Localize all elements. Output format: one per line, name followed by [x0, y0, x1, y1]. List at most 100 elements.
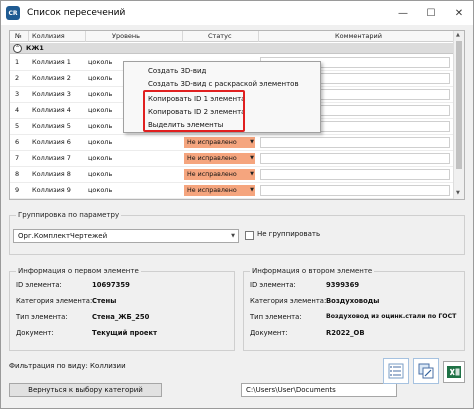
excel-icon	[447, 366, 461, 378]
row-status-select[interactable]: Не исправлено ▼	[184, 169, 255, 180]
header-status[interactable]: Статус	[208, 32, 232, 40]
row-collision-name: Коллизия 6	[32, 138, 71, 146]
collision-list-window: CR Список пересечений — ☐ ✕ № Коллизия У…	[0, 0, 474, 409]
second-id-label: ID элемента:	[250, 281, 296, 289]
row-collision-name: Коллизия 2	[32, 74, 71, 82]
row-number: 9	[15, 186, 20, 194]
table-row[interactable]: 10Коллизия 10цокольНе исправлено▼	[10, 199, 454, 200]
row-status-select[interactable]: Не исправлено ▼	[184, 185, 255, 196]
row-status-value: Не исправлено	[187, 155, 237, 162]
chevron-down-icon[interactable]: ▼	[250, 169, 254, 180]
app-logo-icon: CR	[6, 6, 20, 20]
scroll-thumb[interactable]	[456, 41, 462, 169]
row-level: цоколь	[88, 106, 113, 114]
row-collision-name: Коллизия 8	[32, 170, 71, 178]
second-type-value: Воздуховод из оцинк.стали по ГОСТ	[326, 313, 457, 320]
row-level: цоколь	[88, 154, 113, 162]
row-number: 7	[15, 154, 20, 162]
checklist-button[interactable]	[383, 358, 409, 384]
view-filter-text: Фильтрация по виду: Коллизии	[9, 362, 126, 370]
window-title: Список пересечений	[27, 8, 126, 18]
row-number: 8	[15, 170, 20, 178]
chevron-down-icon[interactable]: ▼	[231, 230, 235, 242]
row-collision-name: Коллизия 3	[32, 90, 71, 98]
first-document-value: Текущий проект	[92, 329, 158, 337]
row-collision-name: Коллизия 1	[32, 58, 71, 66]
grouping-legend: Группировка по параметру	[16, 211, 122, 219]
grid-header: № Коллизия Уровень Статус Комментарий	[10, 31, 464, 42]
table-row[interactable]: 8 Коллизия 8 цоколь Не исправлено ▼	[10, 167, 454, 183]
row-status-value: Не исправлено	[187, 187, 237, 194]
row-comment-field[interactable]	[260, 185, 450, 196]
collapse-icon[interactable]: ⌃	[13, 43, 22, 53]
grouping-selected-value: Орг.КомплектЧертежей	[18, 232, 108, 240]
vertical-scrollbar[interactable]: ▲ ▼	[453, 31, 464, 199]
header-collision[interactable]: Коллизия	[32, 32, 65, 40]
close-button[interactable]: ✕	[445, 1, 473, 25]
menu-highlight-frame	[143, 90, 245, 132]
row-collision-name: Коллизия 7	[32, 154, 71, 162]
chevron-down-icon[interactable]: ▼	[250, 153, 254, 164]
row-number: 1	[15, 58, 20, 66]
header-num[interactable]: №	[15, 32, 22, 40]
first-id-label: ID элемента:	[16, 281, 62, 289]
first-category-value: Стены	[92, 297, 117, 305]
row-number: 6	[15, 138, 20, 146]
minimize-button[interactable]: —	[389, 1, 417, 25]
row-level: цоколь	[88, 74, 113, 82]
back-to-categories-button[interactable]: Вернуться к выбору категорий	[9, 383, 162, 397]
row-level: цоколь	[88, 122, 113, 130]
row-status-select[interactable]: Не исправлено ▼	[184, 153, 255, 164]
title-bar: CR Список пересечений — ☐ ✕	[1, 1, 473, 25]
first-element-info: Информация о первом элементе ID элемента…	[9, 267, 235, 351]
row-level: цоколь	[88, 58, 113, 66]
row-comment-field[interactable]	[260, 169, 450, 180]
export-view-icon	[418, 363, 434, 379]
chevron-down-icon[interactable]: ▼	[250, 185, 254, 196]
second-category-label: Категория элемента:	[250, 297, 327, 305]
first-type-label: Тип элемента:	[16, 313, 68, 321]
header-comment[interactable]: Комментарий	[335, 32, 382, 40]
chevron-down-icon[interactable]: ▼	[250, 137, 254, 148]
row-number: 2	[15, 74, 20, 82]
row-number: 4	[15, 106, 20, 114]
header-level[interactable]: Уровень	[112, 32, 140, 40]
second-info-legend: Информация о втором элементе	[250, 267, 375, 275]
row-collision-name: Коллизия 5	[32, 122, 71, 130]
row-level: цоколь	[88, 138, 113, 146]
excel-export-button[interactable]	[443, 361, 465, 383]
row-comment-field[interactable]	[260, 153, 450, 164]
row-number: 5	[15, 122, 20, 130]
scroll-down-icon[interactable]: ▼	[456, 190, 460, 196]
second-document-label: Документ:	[250, 329, 288, 337]
first-info-legend: Информация о первом элементе	[16, 267, 141, 275]
maximize-button[interactable]: ☐	[417, 1, 445, 25]
row-number: 3	[15, 90, 20, 98]
checklist-icon	[388, 363, 404, 379]
row-comment-field[interactable]	[260, 137, 450, 148]
row-status-value: Не исправлено	[187, 171, 237, 178]
row-level: цоколь	[88, 186, 113, 194]
menu-create-3d-view-colored[interactable]: Создать 3D-вид с раскраской элементов	[148, 80, 299, 88]
scroll-up-icon[interactable]: ▲	[456, 32, 460, 38]
first-category-label: Категория элемента:	[16, 297, 93, 305]
grouping-parameter-select[interactable]: Орг.КомплектЧертежей ▼	[13, 229, 239, 243]
row-level: цоколь	[88, 170, 113, 178]
table-row[interactable]: 6 Коллизия 6 цоколь Не исправлено ▼	[10, 135, 454, 151]
table-row[interactable]: 9 Коллизия 9 цоколь Не исправлено ▼	[10, 183, 454, 199]
row-status-select[interactable]: Не исправлено ▼	[184, 137, 255, 148]
menu-create-3d-view[interactable]: Создать 3D-вид	[148, 67, 206, 75]
second-element-info: Информация о втором элементе ID элемента…	[243, 267, 465, 351]
folder-path-field[interactable]: C:\Users\User\Documents	[241, 383, 397, 397]
second-document-value: R2022_OB	[326, 329, 365, 337]
table-row[interactable]: 7 Коллизия 7 цоколь Не исправлено ▼	[10, 151, 454, 167]
group-row[interactable]: ⌃ КЖ1	[10, 43, 454, 54]
second-type-label: Тип элемента:	[250, 313, 302, 321]
row-collision-name: Коллизия 4	[32, 106, 71, 114]
export-view-button[interactable]	[413, 358, 439, 384]
no-group-checkbox[interactable]	[245, 231, 254, 240]
first-document-label: Документ:	[16, 329, 54, 337]
first-id-value: 10697359	[92, 281, 130, 289]
row-level: цоколь	[88, 90, 113, 98]
no-group-label[interactable]: Не группировать	[257, 230, 320, 238]
